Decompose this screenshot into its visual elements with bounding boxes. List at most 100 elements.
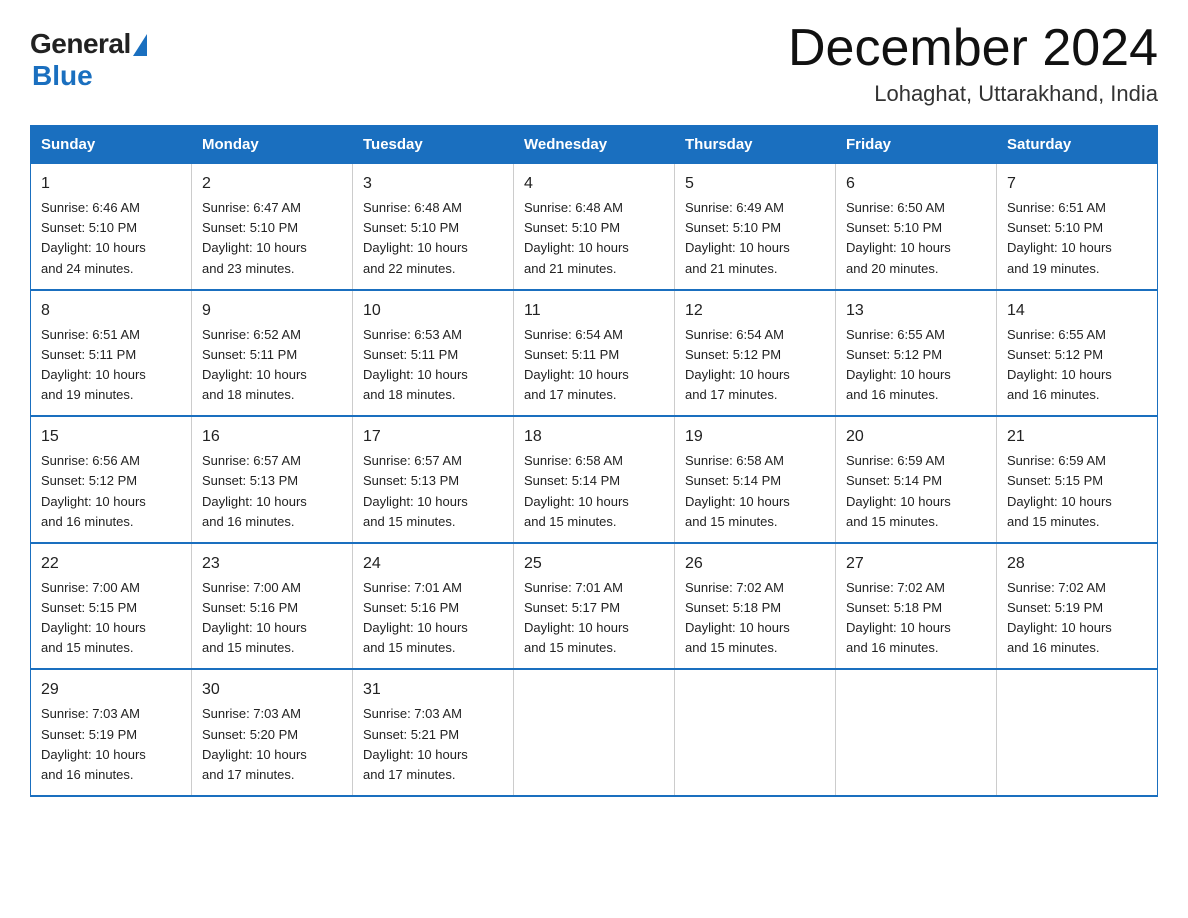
day-info: Sunrise: 6:52 AMSunset: 5:11 PMDaylight:… (202, 325, 342, 406)
calendar-cell: 16Sunrise: 6:57 AMSunset: 5:13 PMDayligh… (192, 416, 353, 543)
day-info: Sunrise: 7:03 AMSunset: 5:19 PMDaylight:… (41, 704, 181, 785)
day-info: Sunrise: 6:57 AMSunset: 5:13 PMDaylight:… (363, 451, 503, 532)
title-block: December 2024 Lohaghat, Uttarakhand, Ind… (788, 20, 1158, 107)
logo: General Blue (30, 20, 147, 92)
calendar-cell: 17Sunrise: 6:57 AMSunset: 5:13 PMDayligh… (353, 416, 514, 543)
day-info: Sunrise: 6:59 AMSunset: 5:14 PMDaylight:… (846, 451, 986, 532)
calendar-cell: 4Sunrise: 6:48 AMSunset: 5:10 PMDaylight… (514, 164, 675, 290)
calendar-cell: 30Sunrise: 7:03 AMSunset: 5:20 PMDayligh… (192, 669, 353, 796)
calendar-cell: 11Sunrise: 6:54 AMSunset: 5:11 PMDayligh… (514, 290, 675, 417)
day-info: Sunrise: 6:48 AMSunset: 5:10 PMDaylight:… (524, 198, 664, 279)
day-info: Sunrise: 6:53 AMSunset: 5:11 PMDaylight:… (363, 325, 503, 406)
calendar-cell: 25Sunrise: 7:01 AMSunset: 5:17 PMDayligh… (514, 543, 675, 670)
calendar-cell: 26Sunrise: 7:02 AMSunset: 5:18 PMDayligh… (675, 543, 836, 670)
day-number: 17 (363, 425, 503, 449)
calendar-cell (836, 669, 997, 796)
calendar-title: December 2024 (788, 20, 1158, 77)
day-number: 18 (524, 425, 664, 449)
day-number: 7 (1007, 172, 1147, 196)
day-number: 13 (846, 299, 986, 323)
calendar-cell: 6Sunrise: 6:50 AMSunset: 5:10 PMDaylight… (836, 164, 997, 290)
day-info: Sunrise: 6:50 AMSunset: 5:10 PMDaylight:… (846, 198, 986, 279)
calendar-week-row: 15Sunrise: 6:56 AMSunset: 5:12 PMDayligh… (31, 416, 1158, 543)
calendar-cell: 9Sunrise: 6:52 AMSunset: 5:11 PMDaylight… (192, 290, 353, 417)
calendar-cell: 24Sunrise: 7:01 AMSunset: 5:16 PMDayligh… (353, 543, 514, 670)
day-number: 10 (363, 299, 503, 323)
calendar-cell: 29Sunrise: 7:03 AMSunset: 5:19 PMDayligh… (31, 669, 192, 796)
header-wednesday: Wednesday (514, 126, 675, 164)
calendar-week-row: 22Sunrise: 7:00 AMSunset: 5:15 PMDayligh… (31, 543, 1158, 670)
calendar-subtitle: Lohaghat, Uttarakhand, India (788, 81, 1158, 107)
day-number: 25 (524, 552, 664, 576)
calendar-cell: 19Sunrise: 6:58 AMSunset: 5:14 PMDayligh… (675, 416, 836, 543)
day-number: 31 (363, 678, 503, 702)
calendar-cell: 7Sunrise: 6:51 AMSunset: 5:10 PMDaylight… (997, 164, 1158, 290)
calendar-week-row: 8Sunrise: 6:51 AMSunset: 5:11 PMDaylight… (31, 290, 1158, 417)
day-number: 28 (1007, 552, 1147, 576)
day-number: 8 (41, 299, 181, 323)
day-info: Sunrise: 7:03 AMSunset: 5:20 PMDaylight:… (202, 704, 342, 785)
day-number: 30 (202, 678, 342, 702)
day-number: 26 (685, 552, 825, 576)
day-info: Sunrise: 6:57 AMSunset: 5:13 PMDaylight:… (202, 451, 342, 532)
day-number: 1 (41, 172, 181, 196)
day-info: Sunrise: 6:47 AMSunset: 5:10 PMDaylight:… (202, 198, 342, 279)
day-info: Sunrise: 6:58 AMSunset: 5:14 PMDaylight:… (685, 451, 825, 532)
page-header: General Blue December 2024 Lohaghat, Utt… (30, 20, 1158, 107)
calendar-cell (675, 669, 836, 796)
header-sunday: Sunday (31, 126, 192, 164)
day-info: Sunrise: 7:00 AMSunset: 5:15 PMDaylight:… (41, 578, 181, 659)
calendar-week-row: 29Sunrise: 7:03 AMSunset: 5:19 PMDayligh… (31, 669, 1158, 796)
calendar-cell: 18Sunrise: 6:58 AMSunset: 5:14 PMDayligh… (514, 416, 675, 543)
day-number: 4 (524, 172, 664, 196)
calendar-cell: 27Sunrise: 7:02 AMSunset: 5:18 PMDayligh… (836, 543, 997, 670)
day-number: 12 (685, 299, 825, 323)
day-info: Sunrise: 6:55 AMSunset: 5:12 PMDaylight:… (1007, 325, 1147, 406)
day-number: 5 (685, 172, 825, 196)
calendar-cell (514, 669, 675, 796)
day-info: Sunrise: 7:02 AMSunset: 5:19 PMDaylight:… (1007, 578, 1147, 659)
calendar-cell: 3Sunrise: 6:48 AMSunset: 5:10 PMDaylight… (353, 164, 514, 290)
day-number: 16 (202, 425, 342, 449)
day-info: Sunrise: 7:00 AMSunset: 5:16 PMDaylight:… (202, 578, 342, 659)
calendar-cell: 20Sunrise: 6:59 AMSunset: 5:14 PMDayligh… (836, 416, 997, 543)
header-thursday: Thursday (675, 126, 836, 164)
calendar-cell: 1Sunrise: 6:46 AMSunset: 5:10 PMDaylight… (31, 164, 192, 290)
day-info: Sunrise: 7:02 AMSunset: 5:18 PMDaylight:… (685, 578, 825, 659)
calendar-cell: 28Sunrise: 7:02 AMSunset: 5:19 PMDayligh… (997, 543, 1158, 670)
logo-general-text: General (30, 28, 131, 60)
day-info: Sunrise: 6:58 AMSunset: 5:14 PMDaylight:… (524, 451, 664, 532)
header-monday: Monday (192, 126, 353, 164)
header-saturday: Saturday (997, 126, 1158, 164)
day-number: 23 (202, 552, 342, 576)
calendar-cell: 14Sunrise: 6:55 AMSunset: 5:12 PMDayligh… (997, 290, 1158, 417)
day-info: Sunrise: 6:46 AMSunset: 5:10 PMDaylight:… (41, 198, 181, 279)
day-number: 9 (202, 299, 342, 323)
day-info: Sunrise: 7:01 AMSunset: 5:16 PMDaylight:… (363, 578, 503, 659)
header-friday: Friday (836, 126, 997, 164)
calendar-cell: 15Sunrise: 6:56 AMSunset: 5:12 PMDayligh… (31, 416, 192, 543)
calendar-cell: 21Sunrise: 6:59 AMSunset: 5:15 PMDayligh… (997, 416, 1158, 543)
day-info: Sunrise: 6:51 AMSunset: 5:10 PMDaylight:… (1007, 198, 1147, 279)
calendar-cell: 8Sunrise: 6:51 AMSunset: 5:11 PMDaylight… (31, 290, 192, 417)
day-number: 3 (363, 172, 503, 196)
day-info: Sunrise: 6:54 AMSunset: 5:12 PMDaylight:… (685, 325, 825, 406)
day-info: Sunrise: 6:48 AMSunset: 5:10 PMDaylight:… (363, 198, 503, 279)
day-number: 11 (524, 299, 664, 323)
logo-blue-text: Blue (32, 60, 93, 92)
day-info: Sunrise: 6:55 AMSunset: 5:12 PMDaylight:… (846, 325, 986, 406)
calendar-cell: 22Sunrise: 7:00 AMSunset: 5:15 PMDayligh… (31, 543, 192, 670)
calendar-cell: 10Sunrise: 6:53 AMSunset: 5:11 PMDayligh… (353, 290, 514, 417)
calendar-cell: 23Sunrise: 7:00 AMSunset: 5:16 PMDayligh… (192, 543, 353, 670)
calendar-table: Sunday Monday Tuesday Wednesday Thursday… (30, 125, 1158, 797)
day-number: 24 (363, 552, 503, 576)
day-number: 6 (846, 172, 986, 196)
calendar-cell (997, 669, 1158, 796)
calendar-cell: 13Sunrise: 6:55 AMSunset: 5:12 PMDayligh… (836, 290, 997, 417)
day-info: Sunrise: 6:59 AMSunset: 5:15 PMDaylight:… (1007, 451, 1147, 532)
calendar-cell: 31Sunrise: 7:03 AMSunset: 5:21 PMDayligh… (353, 669, 514, 796)
header-tuesday: Tuesday (353, 126, 514, 164)
day-info: Sunrise: 6:54 AMSunset: 5:11 PMDaylight:… (524, 325, 664, 406)
day-number: 19 (685, 425, 825, 449)
day-number: 22 (41, 552, 181, 576)
